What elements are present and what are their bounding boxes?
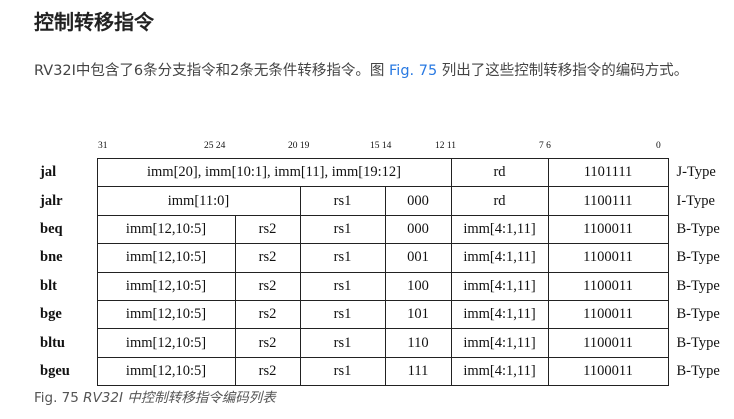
bit-position-label: 0 <box>656 141 661 151</box>
type-cell: B-Type <box>676 220 720 237</box>
table-row: jalr imm[11:0] rs1 000 rd 1100111 I-Type <box>34 186 734 216</box>
encoding-table: jal imm[20], imm[10:1], imm[11], imm[19:… <box>34 157 734 387</box>
field-cell: rs2 <box>234 271 301 301</box>
type-cell: B-Type <box>676 249 720 266</box>
field-cell: imm[4:1,11] <box>450 214 549 245</box>
table-row: bltu imm[12,10:5] rs2 rs1 110 imm[4:1,11… <box>34 328 734 358</box>
field-cell: imm[12,10:5] <box>96 243 236 273</box>
table-row: beq imm[12,10:5] rs2 rs1 000 imm[4:1,11]… <box>34 214 734 245</box>
field-cell: imm[12,10:5] <box>96 271 236 301</box>
mnemonic-cell: jalr <box>40 192 63 209</box>
field-cell: 1100011 <box>547 243 669 273</box>
field-cell: 1100111 <box>547 186 669 216</box>
figure-link[interactable]: Fig. 75 <box>389 63 437 79</box>
field-cell: imm[4:1,11] <box>450 356 549 387</box>
table-row: bne imm[12,10:5] rs2 rs1 001 imm[4:1,11]… <box>34 243 734 273</box>
intro-text-after: 列出了这些控制转移指令的编码方式。 <box>437 63 689 79</box>
field-cell: rs1 <box>299 299 386 330</box>
field-cell: rs2 <box>234 328 301 358</box>
field-cell: imm[4:1,11] <box>450 271 549 301</box>
section-heading: 控制转移指令 <box>34 10 154 34</box>
field-cell: rs2 <box>234 243 301 273</box>
encoding-figure: 31 25 24 20 19 15 14 12 11 7 6 0 jal imm… <box>34 133 734 387</box>
table-row: bgeu imm[12,10:5] rs2 rs1 111 imm[4:1,11… <box>34 356 734 387</box>
intro-paragraph: RV32I中包含了6条分支指令和2条无条件转移指令。图 Fig. 75 列出了这… <box>34 60 724 83</box>
field-cell: rs2 <box>234 214 301 245</box>
field-cell: 000 <box>384 186 452 216</box>
field-cell: 1100011 <box>547 328 669 358</box>
field-cell: 001 <box>384 243 452 273</box>
mnemonic-cell: jal <box>40 164 57 181</box>
figure-caption: Fig. 75 RV32I 中控制转移指令编码列表 <box>34 386 276 406</box>
field-cell: 100 <box>384 271 452 301</box>
mnemonic-cell: beq <box>40 220 63 237</box>
mnemonic-cell: bge <box>40 306 62 323</box>
field-cell: imm[12,10:5] <box>96 328 236 358</box>
field-cell: rs2 <box>234 356 301 387</box>
table-row: bge imm[12,10:5] rs2 rs1 101 imm[4:1,11]… <box>34 299 734 330</box>
field-cell: imm[4:1,11] <box>450 328 549 358</box>
field-cell: rs1 <box>299 243 386 273</box>
table-row: blt imm[12,10:5] rs2 rs1 100 imm[4:1,11]… <box>34 271 734 301</box>
table-row: jal imm[20], imm[10:1], imm[11], imm[19:… <box>34 157 734 188</box>
mnemonic-cell: bgeu <box>40 362 70 379</box>
field-cell: rs1 <box>299 328 386 358</box>
type-cell: B-Type <box>676 277 720 294</box>
field-cell: imm[4:1,11] <box>450 243 549 273</box>
field-cell: 1100011 <box>547 299 669 330</box>
field-cell: imm[12,10:5] <box>96 299 236 330</box>
mnemonic-cell: blt <box>40 277 57 294</box>
field-cell: imm[20], imm[10:1], imm[11], imm[19:12] <box>96 157 452 188</box>
type-cell: B-Type <box>676 362 720 379</box>
field-cell: 1100011 <box>547 356 669 387</box>
field-cell: imm[12,10:5] <box>96 356 236 387</box>
field-cell: 1100011 <box>547 271 669 301</box>
caption-text: RV32I 中控制转移指令编码列表 <box>83 390 276 406</box>
bit-position-label: 20 19 <box>288 141 310 151</box>
bit-position-label: 7 6 <box>539 141 551 151</box>
field-cell: rd <box>450 157 549 188</box>
field-cell: rs1 <box>299 214 386 245</box>
field-cell: imm[12,10:5] <box>96 214 236 245</box>
field-cell: 110 <box>384 328 452 358</box>
bit-position-label: 31 <box>98 141 108 151</box>
caption-label: Fig. 75 <box>34 390 84 406</box>
bit-position-label: 25 24 <box>204 141 226 151</box>
intro-text-before: RV32I中包含了6条分支指令和2条无条件转移指令。图 <box>34 63 389 79</box>
field-cell: 101 <box>384 299 452 330</box>
field-cell: imm[11:0] <box>96 186 301 216</box>
mnemonic-cell: bne <box>40 249 63 266</box>
field-cell: rs2 <box>234 299 301 330</box>
mnemonic-cell: bltu <box>40 334 65 351</box>
field-cell: 111 <box>384 356 452 387</box>
field-cell: imm[4:1,11] <box>450 299 549 330</box>
type-cell: J-Type <box>676 164 716 181</box>
type-cell: B-Type <box>676 334 720 351</box>
field-cell: rs1 <box>299 271 386 301</box>
field-cell: rs1 <box>299 356 386 387</box>
field-cell: 1100011 <box>547 214 669 245</box>
bit-position-label: 12 11 <box>435 141 457 151</box>
type-cell: B-Type <box>676 306 720 323</box>
field-cell: rd <box>450 186 549 216</box>
field-cell: 1101111 <box>547 157 669 188</box>
type-cell: I-Type <box>676 192 715 209</box>
field-cell: rs1 <box>299 186 386 216</box>
bit-position-label: 15 14 <box>370 141 392 151</box>
field-cell: 000 <box>384 214 452 245</box>
